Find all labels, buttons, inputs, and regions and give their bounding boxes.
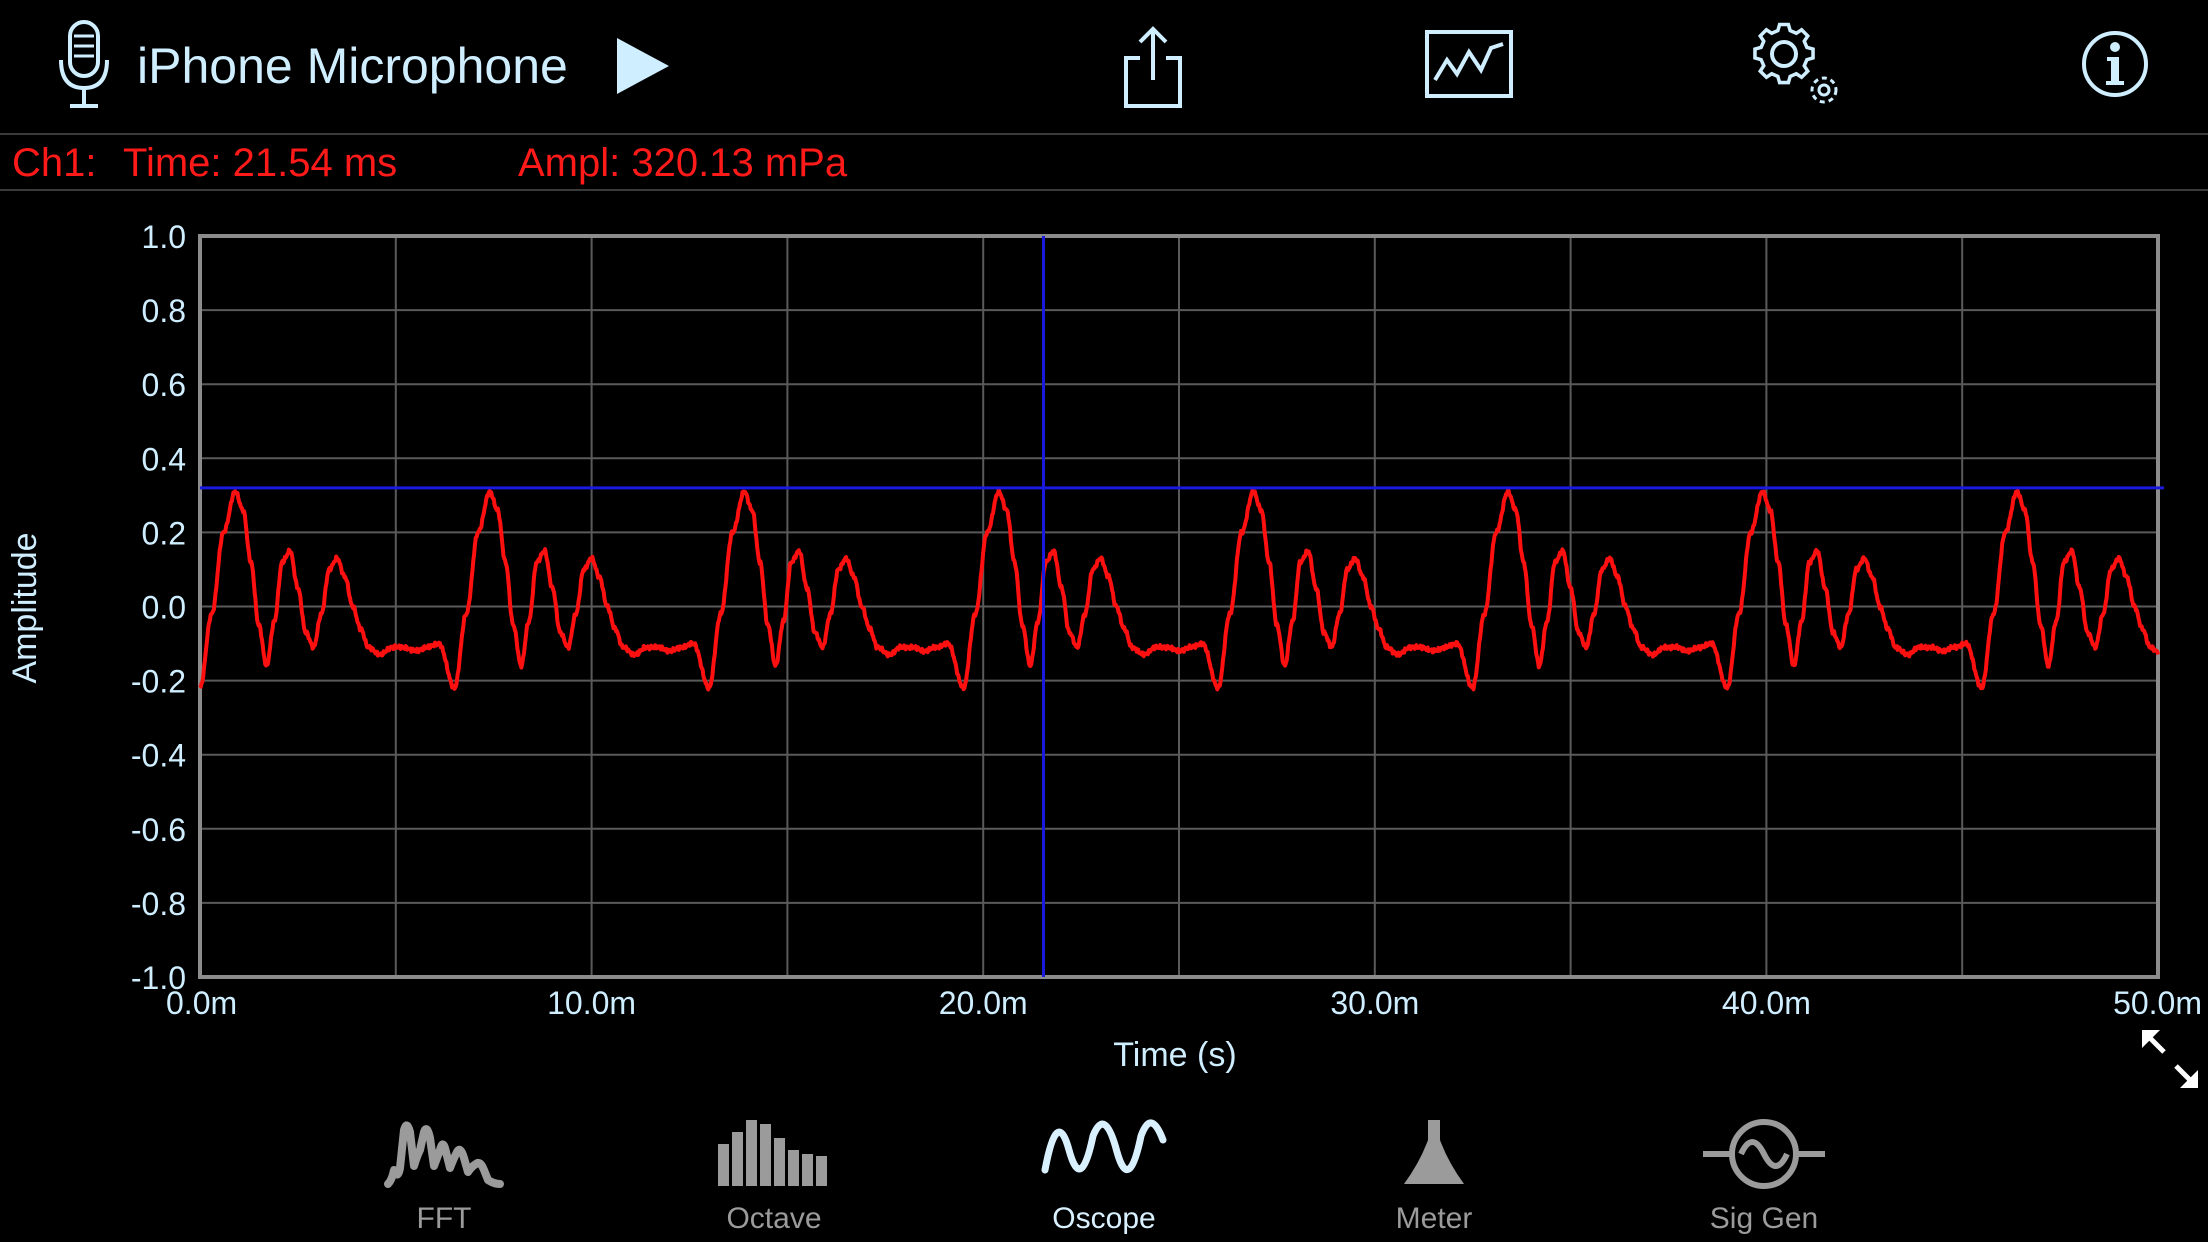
oscope-wave-icon [1041, 1119, 1167, 1174]
y-tick-label: 0.2 [142, 515, 186, 551]
axis-ticks: 1.00.80.60.40.20.0-0.2-0.4-0.6-0.8-1.00.… [131, 219, 2202, 1021]
y-tick-label: 0.6 [142, 367, 186, 403]
y-tick-label: -0.2 [131, 664, 186, 700]
x-tick-label: 20.0m [939, 985, 1028, 1021]
meter-icon [1404, 1120, 1464, 1184]
expand-icon[interactable] [2140, 1028, 2200, 1090]
y-tick-label: 0.0 [142, 590, 186, 626]
y-tick-label: 0.8 [142, 293, 186, 329]
input-device-name[interactable]: iPhone Microphone [137, 36, 568, 96]
x-tick-label: 30.0m [1330, 985, 1419, 1021]
x-axis-label: Time (s) [1113, 1036, 1236, 1074]
share-button[interactable] [1122, 24, 1184, 108]
signal-generator-icon [1703, 1119, 1825, 1189]
tab-oscope[interactable]: Oscope [1004, 1110, 1204, 1242]
x-tick-label: 10.0m [547, 985, 636, 1021]
fft-icon [384, 1121, 504, 1188]
tab-meter[interactable]: Meter [1334, 1110, 1534, 1242]
tab-fft[interactable]: FFT [344, 1110, 544, 1242]
microphone-icon [59, 20, 109, 108]
y-axis-label: Amplitude [6, 532, 44, 683]
y-tick-label: -0.4 [131, 738, 186, 774]
channel-label: Ch1: [12, 141, 97, 185]
octave-bars-icon [718, 1120, 827, 1186]
x-tick-label: 40.0m [1722, 985, 1811, 1021]
tab-label: Octave [726, 1202, 822, 1235]
cursor-amplitude-readout: Ampl: 320.13 mPa [518, 141, 848, 185]
x-tick-label: 0.0m [166, 985, 237, 1021]
tab-label: Oscope [1052, 1202, 1156, 1235]
play-button[interactable] [615, 36, 671, 96]
settings-gear-icon[interactable] [1750, 20, 1844, 110]
tab-label: Meter [1395, 1202, 1473, 1235]
cursor-time-readout: Time: 21.54 ms [123, 141, 398, 185]
plot-grid [198, 234, 2160, 979]
y-tick-label: 0.4 [142, 441, 186, 477]
tab-sig-gen[interactable]: Sig Gen [1664, 1110, 1864, 1242]
toolbar: iPhone Microphone [0, 0, 2208, 133]
divider [0, 133, 2208, 135]
chart-view-button[interactable] [1425, 30, 1513, 98]
tab-label: Sig Gen [1709, 1202, 1819, 1235]
tab-octave[interactable]: Octave [674, 1110, 874, 1242]
y-tick-label: -0.6 [131, 812, 186, 848]
tab-label: FFT [416, 1202, 472, 1235]
x-tick-label: 50.0m [2113, 985, 2202, 1021]
info-icon[interactable] [2081, 30, 2149, 98]
oscilloscope-plot[interactable]: 1.00.80.60.40.20.0-0.2-0.4-0.6-0.8-1.00.… [0, 190, 2208, 1090]
y-tick-label: 1.0 [142, 219, 186, 255]
y-tick-label: -0.8 [131, 886, 186, 922]
